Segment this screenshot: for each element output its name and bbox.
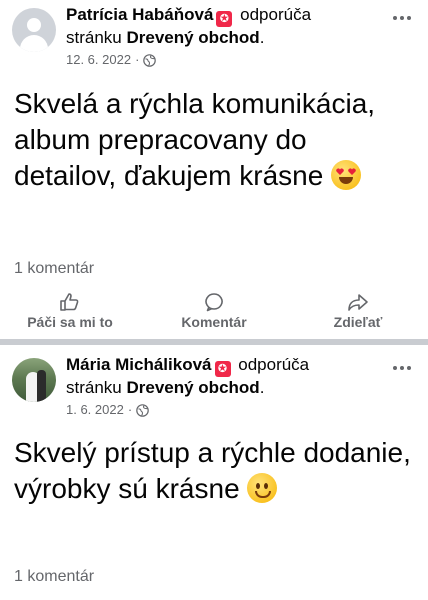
post-header: Mária Micháliková ✪ odporúča stránku Drev… — [66, 355, 310, 397]
author-name[interactable]: Mária Micháliková — [66, 355, 212, 374]
comment-button[interactable]: Komentár — [154, 292, 274, 330]
comment-count[interactable]: 1 komentár — [14, 260, 94, 278]
review-post: Mária Micháliková ✪ odporúča stránku Drev… — [0, 345, 428, 600]
comment-count[interactable]: 1 komentár — [14, 568, 94, 586]
comment-label: Komentár — [181, 314, 247, 330]
avatar[interactable] — [12, 358, 56, 402]
comment-icon — [205, 293, 223, 312]
action-text: odporúča — [240, 5, 312, 24]
recommend-badge-icon: ✪ — [214, 361, 231, 377]
globe-icon — [143, 53, 157, 67]
share-button[interactable]: Zdieľať — [298, 292, 418, 330]
page-prefix: stránku — [66, 28, 122, 47]
recommend-badge-icon: ✪ — [216, 11, 233, 27]
more-options-icon[interactable] — [390, 363, 414, 373]
like-label: Páči sa mi to — [27, 314, 113, 330]
post-date[interactable]: 12. 6. 2022 — [66, 52, 131, 68]
share-label: Zdieľať — [333, 314, 383, 330]
post-actions: Páči sa mi to Komentár Zdieľať — [0, 292, 428, 336]
post-meta: 12. 6. 2022 · — [66, 52, 157, 68]
author-name[interactable]: Patrícia Habáňová — [66, 5, 213, 24]
post-header: Patrícia Habáňová ✪ odporúča stránku Drev… — [66, 5, 312, 47]
post-text: Skvelá a rýchla komunikácia, album prepr… — [14, 88, 376, 191]
post-date[interactable]: 1. 6. 2022 — [66, 402, 124, 418]
heart-eyes-emoji-icon — [331, 160, 362, 190]
review-post: Patrícia Habáňová ✪ odporúča stránku Drev… — [0, 0, 428, 339]
action-text: odporúča — [238, 355, 310, 374]
page-name[interactable]: Drevený obchod — [126, 378, 259, 397]
share-icon — [348, 294, 368, 311]
globe-icon — [136, 403, 149, 417]
post-text: Skvelý prístup a rýchle dodanie, výrobky… — [14, 437, 411, 504]
post-meta: 1. 6. 2022 · — [66, 402, 149, 418]
like-icon — [60, 293, 79, 311]
more-options-icon[interactable] — [390, 13, 414, 23]
page-name[interactable]: Drevený obchod — [126, 28, 259, 47]
avatar[interactable] — [12, 8, 56, 52]
like-button[interactable]: Páči sa mi to — [10, 292, 130, 330]
page-prefix: stránku — [66, 378, 122, 397]
smiling-emoji-icon — [247, 473, 278, 503]
